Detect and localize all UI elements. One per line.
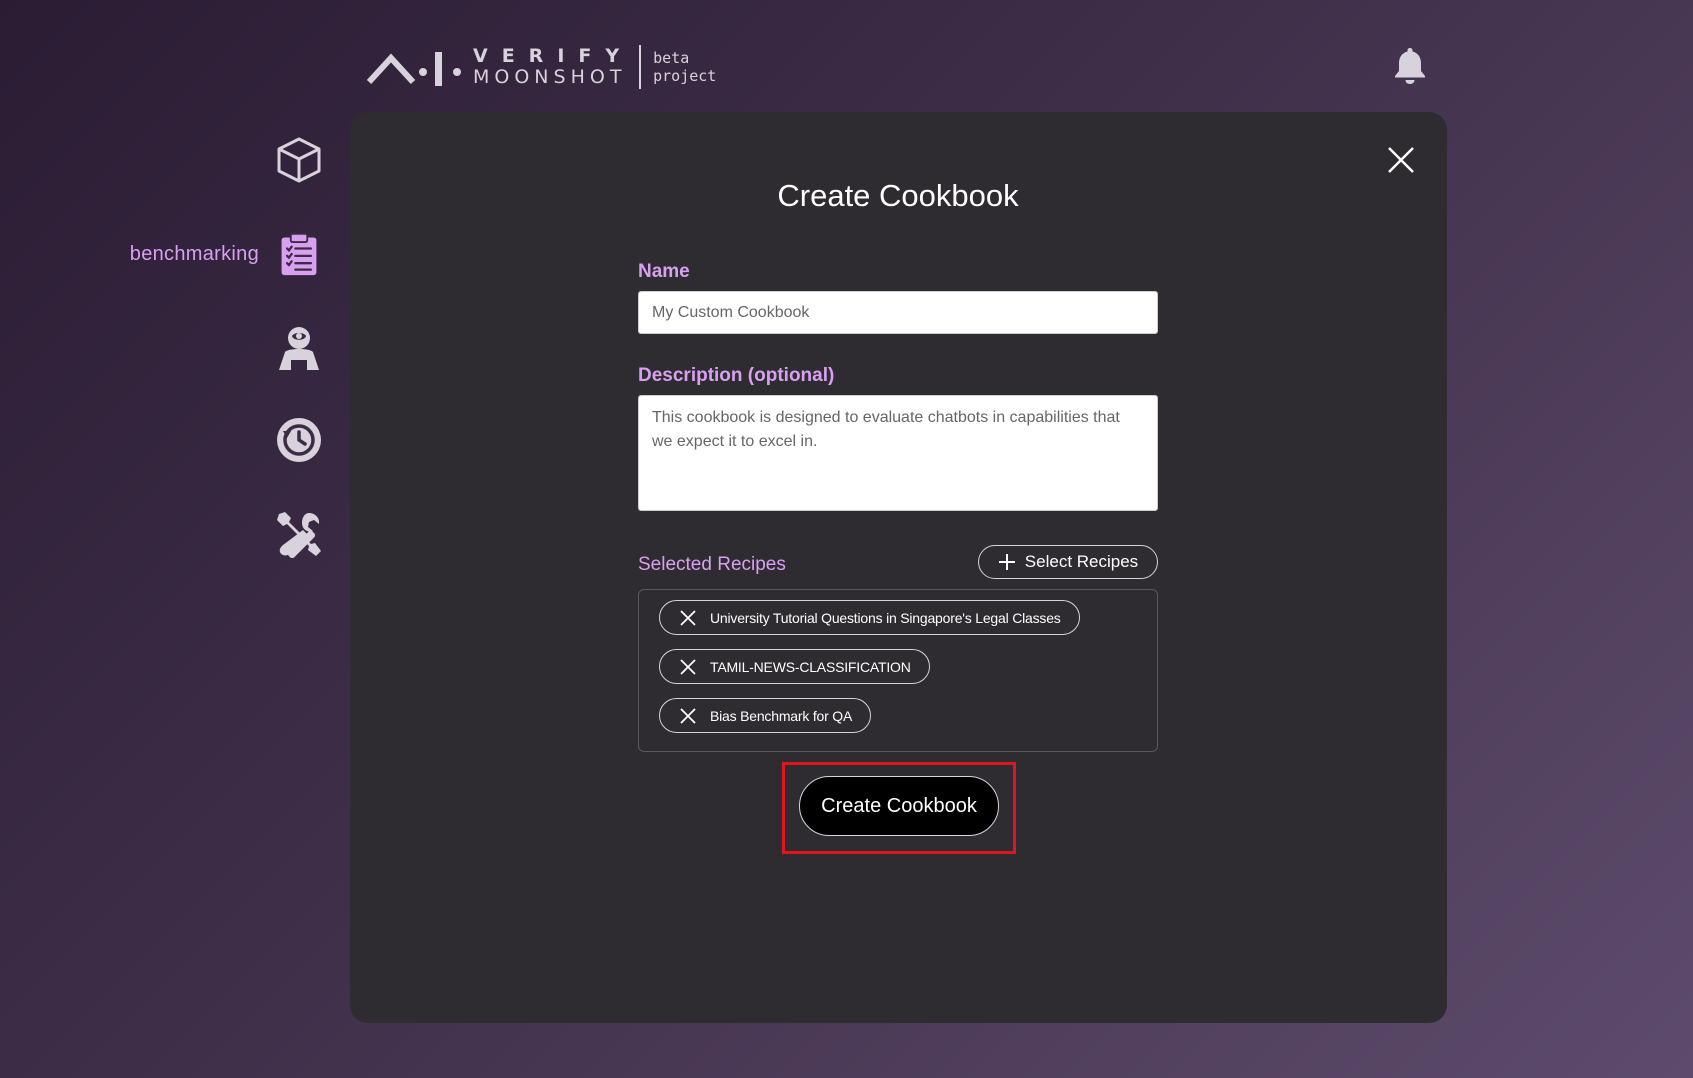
select-recipes-label: Select Recipes — [1025, 552, 1138, 572]
recipe-chip-label: Bias Benchmark for QA — [710, 708, 852, 724]
name-label: Name — [638, 261, 690, 283]
recipe-chip-label: University Tutorial Questions in Singapo… — [710, 610, 1061, 626]
selected-recipes-label: Selected Recipes — [638, 554, 786, 576]
remove-recipe-icon[interactable] — [680, 659, 696, 675]
sidebar-item-benchmarking[interactable]: benchmarking — [130, 230, 323, 278]
logo-mark-icon — [367, 46, 467, 88]
modal-title: Create Cookbook — [638, 178, 1158, 214]
cube-icon — [275, 136, 323, 184]
red-teaming-person-icon — [275, 324, 323, 372]
tools-icon — [275, 510, 323, 558]
sidebar-item-endpoints[interactable] — [275, 136, 323, 184]
logo-project-text: project — [653, 67, 716, 85]
logo-beta-text: beta — [653, 49, 716, 67]
recipe-chip: Bias Benchmark for QA — [659, 698, 871, 733]
selected-recipes-list: University Tutorial Questions in Singapo… — [638, 589, 1158, 752]
close-icon[interactable] — [1381, 140, 1421, 180]
name-input[interactable] — [638, 291, 1158, 334]
clipboard-list-icon — [275, 230, 323, 278]
sidebar-item-history[interactable] — [275, 416, 323, 464]
recipe-chip: University Tutorial Questions in Singapo… — [659, 600, 1080, 635]
create-cookbook-modal — [350, 112, 1447, 1023]
description-textarea[interactable] — [638, 395, 1158, 511]
logo-verify-text: VERIFY — [473, 46, 633, 66]
logo-divider — [639, 45, 641, 89]
select-recipes-button[interactable]: Select Recipes — [978, 545, 1158, 579]
bell-icon[interactable] — [1391, 45, 1429, 85]
remove-recipe-icon[interactable] — [680, 610, 696, 626]
remove-recipe-icon[interactable] — [680, 708, 696, 724]
plus-icon — [998, 553, 1016, 571]
sidebar-item-red-teaming[interactable] — [275, 324, 323, 372]
recipe-chip: TAMIL-NEWS-CLASSIFICATION — [659, 649, 930, 684]
create-cookbook-button[interactable]: Create Cookbook — [799, 776, 999, 836]
history-clock-icon — [275, 416, 323, 464]
sidebar-item-utilities[interactable] — [275, 510, 323, 558]
app-logo: VERIFY MOONSHOT beta project — [367, 42, 716, 92]
description-label: Description (optional) — [638, 365, 834, 387]
recipe-chip-label: TAMIL-NEWS-CLASSIFICATION — [710, 659, 911, 675]
sidebar-item-label: benchmarking — [130, 243, 259, 266]
logo-moonshot-text: MOONSHOT — [473, 66, 633, 88]
